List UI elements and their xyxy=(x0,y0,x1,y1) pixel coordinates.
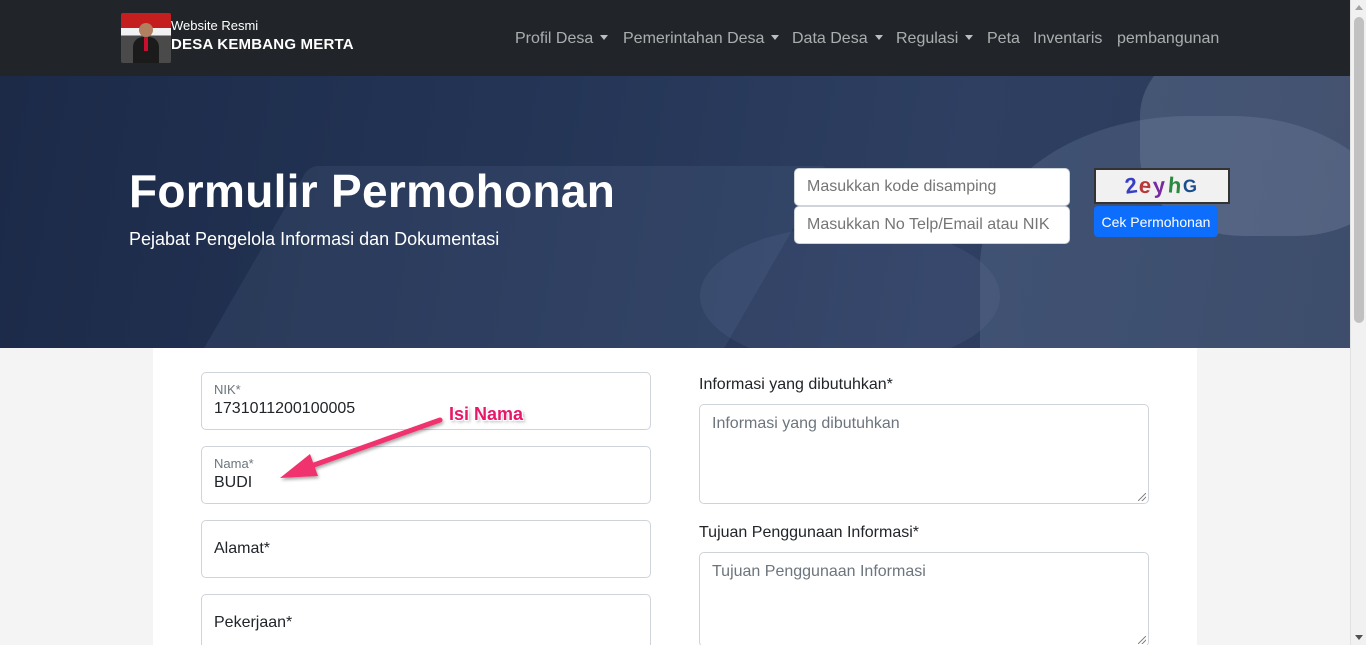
nav-pembangunan[interactable]: pembangunan xyxy=(1117,29,1219,49)
pekerjaan-field[interactable]: Pekerjaan* xyxy=(201,594,651,645)
nav-regulasi[interactable]: Regulasi xyxy=(896,29,974,49)
captcha-char: G xyxy=(1182,175,1200,196)
chevron-down-icon xyxy=(965,35,974,40)
captcha-input[interactable] xyxy=(794,168,1070,206)
nav-pemerintahan-desa[interactable]: Pemerintahan Desa xyxy=(623,29,780,49)
captcha-image: 2eyhG xyxy=(1094,168,1230,204)
page-scrollbar[interactable] xyxy=(1350,0,1366,645)
nav-inventaris[interactable]: Inventaris xyxy=(1033,29,1102,49)
alamat-placeholder: Alamat* xyxy=(214,540,271,557)
navbar: Website Resmi DESA KEMBANG MERTA Profil … xyxy=(0,0,1350,76)
annotation-arrow-icon xyxy=(280,417,443,478)
scroll-up-icon[interactable] xyxy=(1355,5,1363,10)
nama-label: Nama* xyxy=(214,456,254,471)
chevron-down-icon xyxy=(874,35,883,40)
tujuan-placeholder: Tujuan Penggunaan Informasi xyxy=(712,563,926,580)
chevron-down-icon xyxy=(600,35,609,40)
hero-banner: Formulir Permohonan Pejabat Pengelola In… xyxy=(0,76,1350,348)
pekerjaan-placeholder: Pekerjaan* xyxy=(214,614,293,631)
form-container: NIK* 1731011200100005 Nama* BUDI Alamat*… xyxy=(153,348,1197,645)
tujuan-label: Tujuan Penggunaan Informasi* xyxy=(699,524,919,541)
informasi-placeholder: Informasi yang dibutuhkan xyxy=(712,415,900,432)
chevron-down-icon xyxy=(771,35,780,40)
nama-value: BUDI xyxy=(214,474,253,491)
informasi-label: Informasi yang dibutuhkan* xyxy=(699,376,893,393)
nav-profil-desa[interactable]: Profil Desa xyxy=(515,29,609,49)
page-subtitle: Pejabat Pengelola Informasi dan Dokument… xyxy=(129,229,500,249)
informasi-textarea[interactable]: Informasi yang dibutuhkan xyxy=(699,404,1149,504)
main-nav: Profil Desa Pemerintahan Desa Data Desa … xyxy=(0,29,1350,49)
resize-handle-icon[interactable] xyxy=(1138,636,1146,644)
resize-handle-icon[interactable] xyxy=(1138,493,1146,501)
nav-data-desa[interactable]: Data Desa xyxy=(792,29,883,49)
scrollbar-thumb[interactable] xyxy=(1354,17,1364,323)
nik-label: NIK* xyxy=(214,382,241,397)
alamat-field[interactable]: Alamat* xyxy=(201,520,651,578)
check-request-button[interactable]: Cek Permohonan xyxy=(1094,206,1218,237)
scroll-down-icon[interactable] xyxy=(1355,635,1363,640)
tujuan-textarea[interactable]: Tujuan Penggunaan Informasi xyxy=(699,552,1149,645)
annotation-label: Isi Nama xyxy=(449,404,524,424)
contact-input[interactable] xyxy=(794,206,1070,244)
page-title: Formulir Permohonan xyxy=(129,165,616,217)
nav-peta[interactable]: Peta xyxy=(987,29,1020,49)
